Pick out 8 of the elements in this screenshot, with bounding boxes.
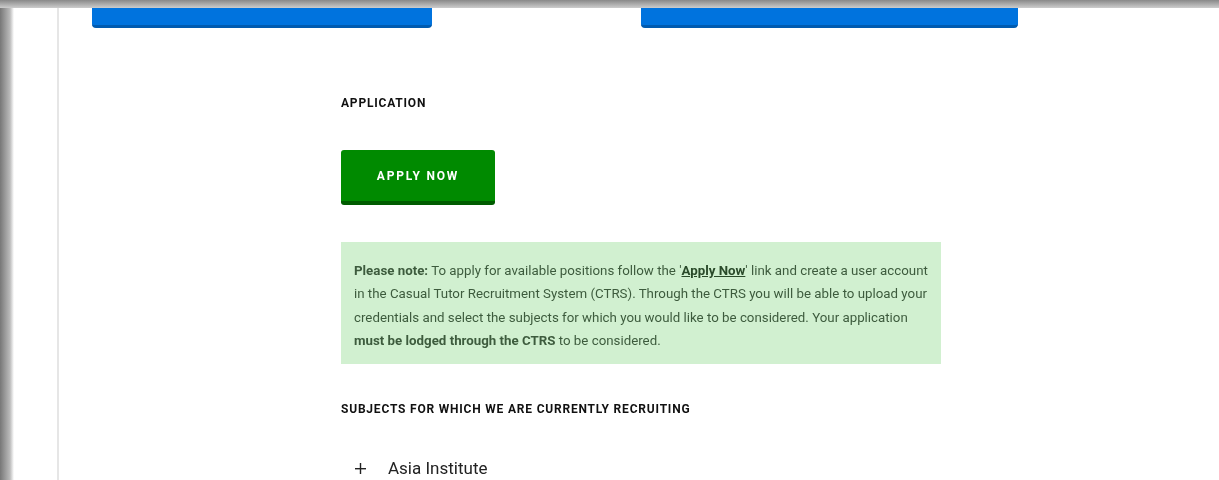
section-heading: APPLICATION [341, 96, 428, 110]
section-heading: SUBJECTS FOR WHICH WE ARE CURRENTLY RECRUITING [341, 402, 692, 417]
apply-button[interactable]: APPLY NOW [341, 150, 495, 205]
button[interactable] [641, 8, 1018, 28]
plus-icon[interactable] [355, 462, 366, 474]
accordion-item[interactable]: Asia Institute [388, 458, 488, 479]
note-text: Please note: To apply for available positions follow the 'Apply Now' link and create a user account in the Casual Tutor Recruitment System (CTRS). Through the CTRS you will be able to upload your credentials and select the subjects for which you would like to be considered. Your application must be lodged through the CTRS to be considered. [354, 262, 928, 350]
button[interactable] [92, 8, 432, 28]
